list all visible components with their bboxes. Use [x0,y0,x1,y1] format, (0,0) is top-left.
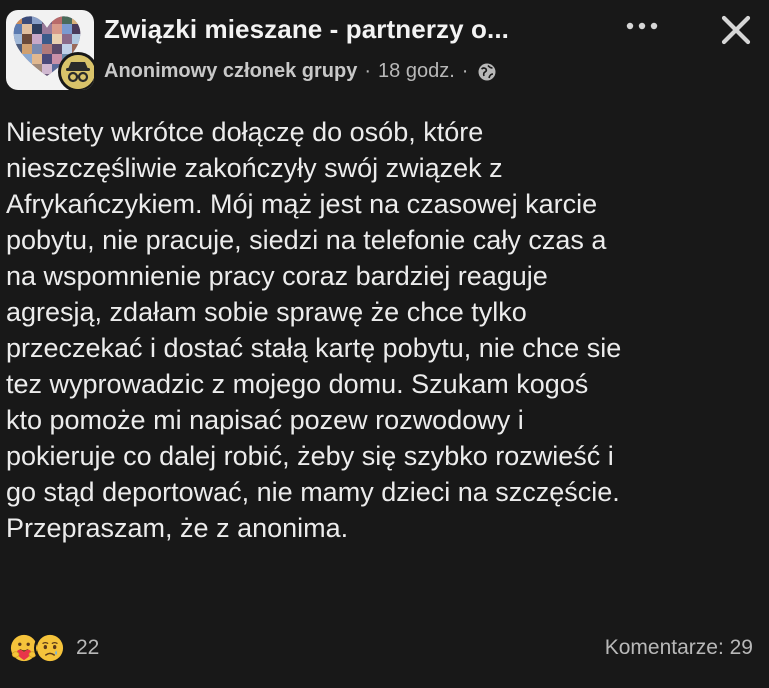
post-body-line: Przepraszam, że z anonima. [6,513,349,543]
post-body-line: tez wyprowadzic z mojego domu. Szukam ko… [6,369,589,399]
post-time[interactable]: 18 godz. [378,60,455,83]
more-options-button[interactable] [622,14,662,38]
post-body: Niestety wkrótce dołączę do osób, które … [6,114,758,546]
post-header: Związki mieszane - partnerzy o... Anonim… [0,0,769,100]
post-body-line: pokieruje co dalej robić, żeby się szybk… [6,441,614,471]
post-body-line: agresją, zdałam sobie sprawę że chce tyl… [6,297,527,327]
post-footer: 22 Komentarze: 29 [0,626,769,670]
reactions-summary[interactable]: 22 [8,632,99,664]
close-button[interactable] [714,8,758,52]
post-body-line: przeczekać i dostać stałą kartę pobytu, … [6,333,622,363]
post-body-line: pobytu, nie pracuje, siedzi na telefonie… [6,225,607,255]
post-body-line: Niestety wkrótce dołączę do osób, które [6,117,484,147]
close-icon [721,15,751,45]
sad-reaction-icon [34,632,66,664]
post-card: Związki mieszane - partnerzy o... Anonim… [0,0,769,688]
post-body-line: go stąd deportować, nie mamy dzieci na s… [6,477,620,507]
comments-count-link[interactable]: Komentarze: 29 [605,636,753,660]
anonymous-avatar [58,52,94,90]
incognito-icon [61,55,94,89]
globe-icon[interactable] [477,62,497,82]
group-name[interactable]: Związki mieszane - partnerzy o... [104,14,509,45]
post-meta: Anonimowy członek grupy · 18 godz. · [104,60,497,83]
meta-separator: · [364,60,372,82]
post-body-line: Afrykańczykiem. Mój mąż jest na czasowej… [6,189,598,219]
reaction-count: 22 [76,636,100,659]
more-dots-icon [626,22,658,30]
post-body-line: kto pomoże mi napisać pozew rozwodowy i [6,405,524,435]
meta-separator: · [461,60,469,82]
post-body-line: nieszczęśliwie zakończyły swój związek z [6,153,503,183]
group-avatar[interactable] [6,10,94,90]
post-body-line: na wspomnienie pracy coraz bardziej reag… [6,261,548,291]
author-name[interactable]: Anonimowy członek grupy [104,60,357,83]
